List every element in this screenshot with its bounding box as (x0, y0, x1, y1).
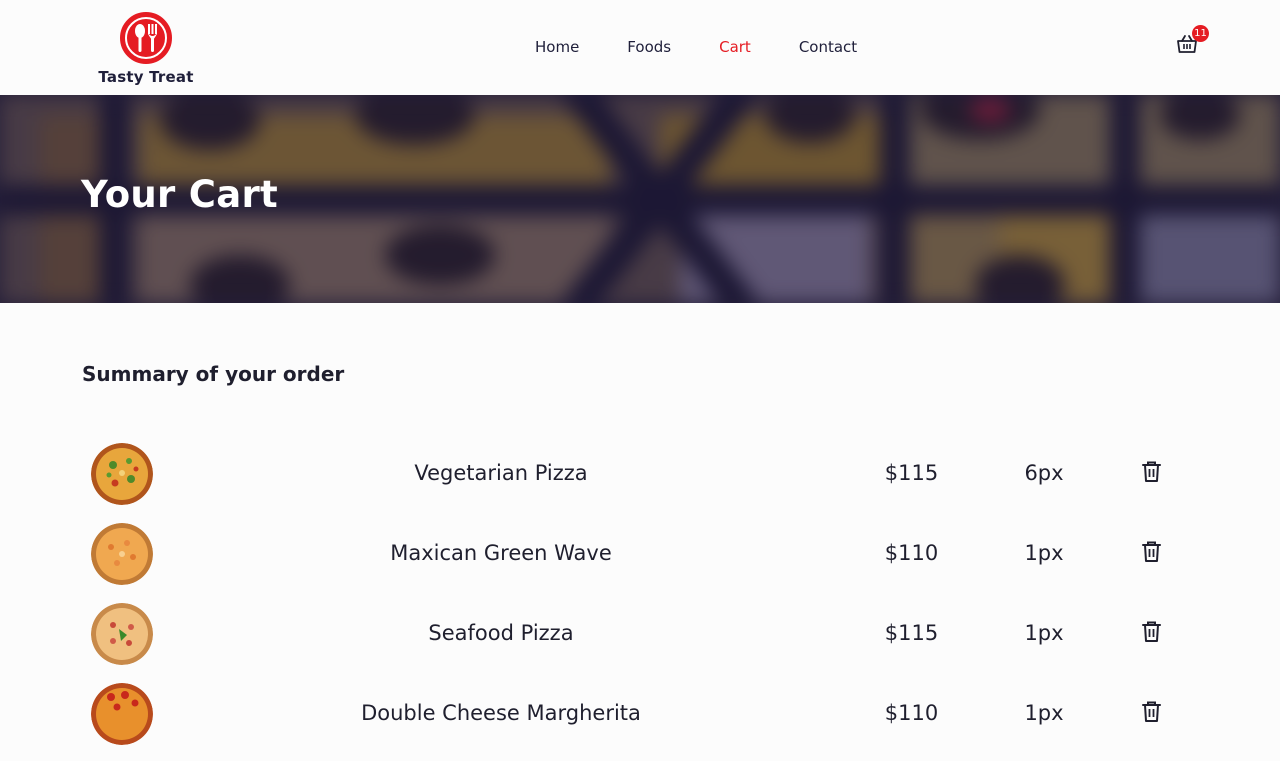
trash-icon[interactable] (1141, 460, 1162, 483)
cart-item-row: Double Cheese Margherita $110 1px (0, 681, 1280, 761)
brand-name: Tasty Treat (98, 68, 194, 86)
item-price: $115 (884, 621, 939, 645)
seafood-pizza-image (91, 603, 153, 665)
item-price: $110 (884, 541, 939, 565)
item-price: $115 (884, 461, 939, 485)
site-header: Tasty Treat Home Foods Cart Contact 11 (0, 0, 1280, 95)
item-name: Double Cheese Margherita (361, 701, 641, 725)
cart-item-row: Seafood Pizza $115 1px (0, 601, 1280, 681)
nav-home[interactable]: Home (535, 37, 579, 57)
cart-item-row: Maxican Green Wave $110 1px (0, 521, 1280, 601)
cart-item-row: Vegetarian Pizza $115 6px (0, 441, 1280, 521)
item-name: Seafood Pizza (428, 621, 574, 645)
item-price: $110 (884, 701, 939, 725)
maxican-green-wave-image (91, 523, 153, 585)
page-title: Your Cart (81, 173, 279, 216)
item-name: Maxican Green Wave (390, 541, 612, 565)
item-quantity: 1px (1024, 621, 1064, 645)
item-quantity: 1px (1024, 541, 1064, 565)
item-quantity: 6px (1024, 461, 1064, 485)
nav-contact[interactable]: Contact (799, 37, 857, 57)
cart-count-badge: 11 (1192, 25, 1209, 42)
hero-banner: Your Cart (0, 95, 1280, 303)
fork-spoon-icon (120, 12, 172, 64)
brand-logo[interactable]: Tasty Treat (96, 10, 196, 90)
vegetarian-pizza-image (91, 443, 153, 505)
order-summary-heading: Summary of your order (82, 362, 345, 386)
trash-icon[interactable] (1141, 620, 1162, 643)
nav-cart[interactable]: Cart (719, 37, 751, 57)
nav-foods[interactable]: Foods (627, 37, 671, 57)
trash-icon[interactable] (1141, 540, 1162, 563)
double-cheese-margherita-image (91, 683, 153, 745)
main-nav: Home Foods Cart Contact (535, 37, 905, 57)
item-quantity: 1px (1024, 701, 1064, 725)
item-name: Vegetarian Pizza (414, 461, 588, 485)
